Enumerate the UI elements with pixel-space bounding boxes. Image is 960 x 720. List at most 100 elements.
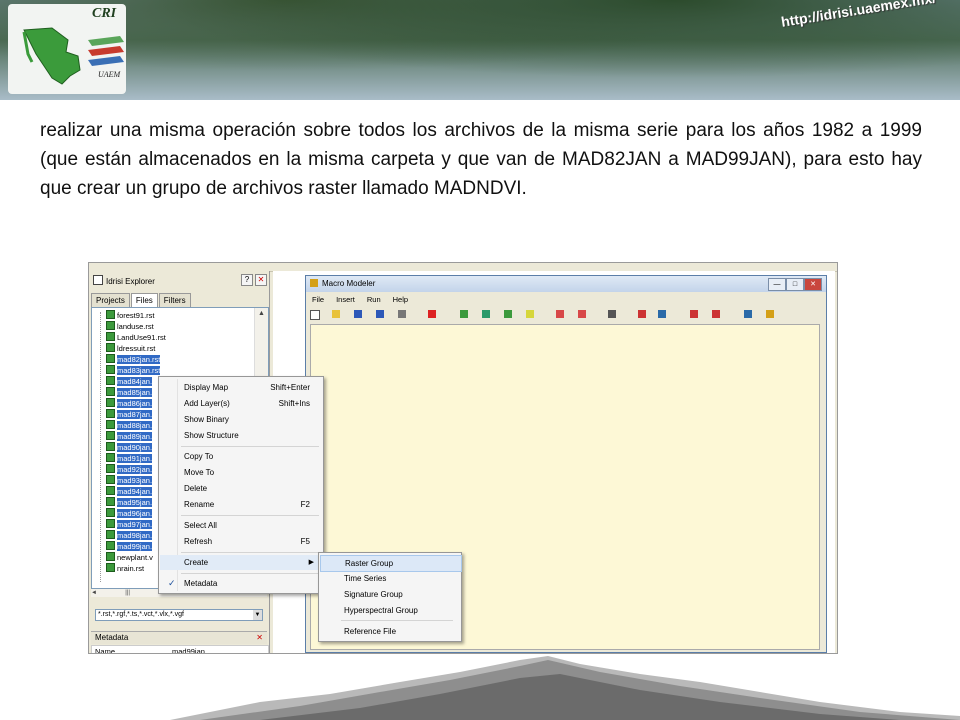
menu-item-move-to[interactable]: Move To: [160, 465, 322, 480]
menu-item-show-binary[interactable]: Show Binary: [160, 412, 322, 427]
connect-icon[interactable]: [608, 310, 616, 318]
list-item[interactable]: newplant.v: [106, 552, 153, 563]
list-item[interactable]: mad94jan.: [106, 486, 153, 497]
submenu-item-raster-group[interactable]: Raster Group: [320, 555, 462, 572]
raster-file-icon: [106, 376, 115, 385]
list-item[interactable]: mad99jan.: [106, 541, 153, 552]
new-icon[interactable]: [310, 310, 320, 320]
minimize-button[interactable]: —: [768, 278, 786, 291]
menu-run[interactable]: Run: [361, 294, 387, 306]
list-item[interactable]: mad96jan.: [106, 508, 153, 519]
menu-separator: [181, 552, 319, 553]
raster-file-icon: [106, 497, 115, 506]
submenu-item-hyperspectral-group[interactable]: Hyperspectral Group: [320, 603, 460, 618]
mountain-decoration: [170, 656, 960, 720]
submenu-item-reference-file[interactable]: Reference File: [320, 624, 460, 639]
raster-file-icon: [106, 409, 115, 418]
list-item[interactable]: nrain.rst: [106, 563, 144, 574]
vector-layer-icon[interactable]: [482, 310, 490, 318]
stop-icon[interactable]: [712, 310, 720, 318]
close-explorer-button[interactable]: ✕: [255, 274, 267, 286]
raster-group-icon[interactable]: [504, 310, 512, 318]
list-item[interactable]: landuse.rst: [106, 321, 154, 332]
menu-item-metadata[interactable]: ✓ Metadata: [160, 576, 322, 591]
list-item[interactable]: mad95jan.: [106, 497, 153, 508]
close-icon[interactable]: ✕: [256, 632, 263, 644]
menu-item-rename[interactable]: Rename F2: [160, 497, 322, 512]
tree-line: [100, 312, 102, 582]
save-icon[interactable]: [354, 310, 362, 318]
list-item[interactable]: mad89jan.: [106, 431, 153, 442]
file-context-menu: Display Map Shift+Enter Add Layer(s) Shift…: [158, 376, 324, 594]
raster-layer-icon[interactable]: [460, 310, 468, 318]
menu-item-copy-to[interactable]: Copy To: [160, 449, 322, 464]
list-item[interactable]: LandUse91.rst: [106, 332, 166, 343]
tab-files[interactable]: Files: [130, 293, 158, 307]
list-item[interactable]: mad93jan.: [106, 475, 153, 486]
display-icon[interactable]: [744, 310, 752, 318]
close-button[interactable]: ✕: [804, 278, 822, 291]
open-icon[interactable]: [332, 310, 340, 318]
menu-item-create[interactable]: Create ▶: [160, 555, 322, 570]
chevron-down-icon[interactable]: ▼: [253, 610, 262, 620]
menu-separator: [181, 515, 319, 516]
list-item[interactable]: mad83jan.rst: [106, 365, 161, 376]
layers-icon: [88, 36, 124, 66]
delete-icon[interactable]: [428, 310, 436, 318]
dynagroup-icon[interactable]: [658, 310, 666, 318]
menu-help[interactable]: Help: [387, 294, 414, 306]
list-item[interactable]: mad84jan.: [106, 376, 153, 387]
list-item[interactable]: ldressuit.rst: [106, 343, 155, 354]
list-item[interactable]: mad85jan.: [106, 387, 153, 398]
explorer-icon: [93, 275, 103, 285]
menu-file[interactable]: File: [306, 294, 330, 306]
menu-insert[interactable]: Insert: [330, 294, 361, 306]
raster-file-icon: [106, 343, 115, 352]
module-icon[interactable]: [556, 310, 564, 318]
list-item[interactable]: mad91jan.: [106, 453, 153, 464]
composer-icon[interactable]: [766, 310, 774, 318]
file-filter-select[interactable]: *.rst,*.rgf,*.ts,*.vct,*.vlx,*.vgf ▼: [95, 609, 263, 621]
list-item[interactable]: forest91.rst: [106, 310, 155, 321]
maximize-button[interactable]: □: [786, 278, 804, 291]
list-item[interactable]: mad88jan.: [106, 420, 153, 431]
list-item[interactable]: mad90jan.: [106, 442, 153, 453]
menu-item-delete[interactable]: Delete: [160, 481, 322, 496]
submenu-item-time-series[interactable]: Time Series: [320, 571, 460, 586]
logo-uaem-text: UAEM: [98, 70, 121, 79]
raster-file-icon: [106, 365, 115, 374]
help-button[interactable]: ?: [241, 274, 253, 286]
scroll-up-icon[interactable]: ▲: [258, 310, 265, 317]
list-item[interactable]: mad82jan.rst: [106, 354, 161, 365]
raster-file-icon: [106, 530, 115, 539]
list-item[interactable]: mad86jan.: [106, 398, 153, 409]
list-item[interactable]: mad87jan.: [106, 409, 153, 420]
tab-projects[interactable]: Projects: [91, 293, 130, 307]
list-item[interactable]: mad98jan.: [106, 530, 153, 541]
metadata-title: Metadata: [95, 633, 129, 642]
list-item[interactable]: mad92jan.: [106, 464, 153, 475]
dynalink-icon[interactable]: [638, 310, 646, 318]
raster-file-icon: [106, 508, 115, 517]
list-item[interactable]: mad97jan.: [106, 519, 153, 530]
raster-file-icon: [106, 486, 115, 495]
menu-separator: [181, 573, 319, 574]
submenu-item-signature-group[interactable]: Signature Group: [320, 587, 460, 602]
menu-item-display-map[interactable]: Display Map Shift+Enter: [160, 380, 322, 395]
attribute-file-icon[interactable]: [526, 310, 534, 318]
menu-item-refresh[interactable]: Refresh F5: [160, 534, 322, 549]
menu-item-select-all[interactable]: Select All: [160, 518, 322, 533]
menu-item-show-structure[interactable]: Show Structure: [160, 428, 322, 443]
create-submenu: Raster Group Time Series Signature Group…: [318, 552, 462, 642]
tab-filters[interactable]: Filters: [158, 293, 191, 307]
raster-file-icon: [106, 310, 115, 319]
metadata-header: Metadata ✕: [91, 631, 267, 644]
save-as-icon[interactable]: [376, 310, 384, 318]
menu-item-add-layers[interactable]: Add Layer(s) Shift+Ins: [160, 396, 322, 411]
raster-file-icon: [106, 431, 115, 440]
raster-file-icon: [106, 398, 115, 407]
submodel-icon[interactable]: [578, 310, 586, 318]
body-paragraph: realizar una misma operación sobre todos…: [40, 120, 922, 199]
run-icon[interactable]: [690, 310, 698, 318]
print-icon[interactable]: [398, 310, 406, 318]
